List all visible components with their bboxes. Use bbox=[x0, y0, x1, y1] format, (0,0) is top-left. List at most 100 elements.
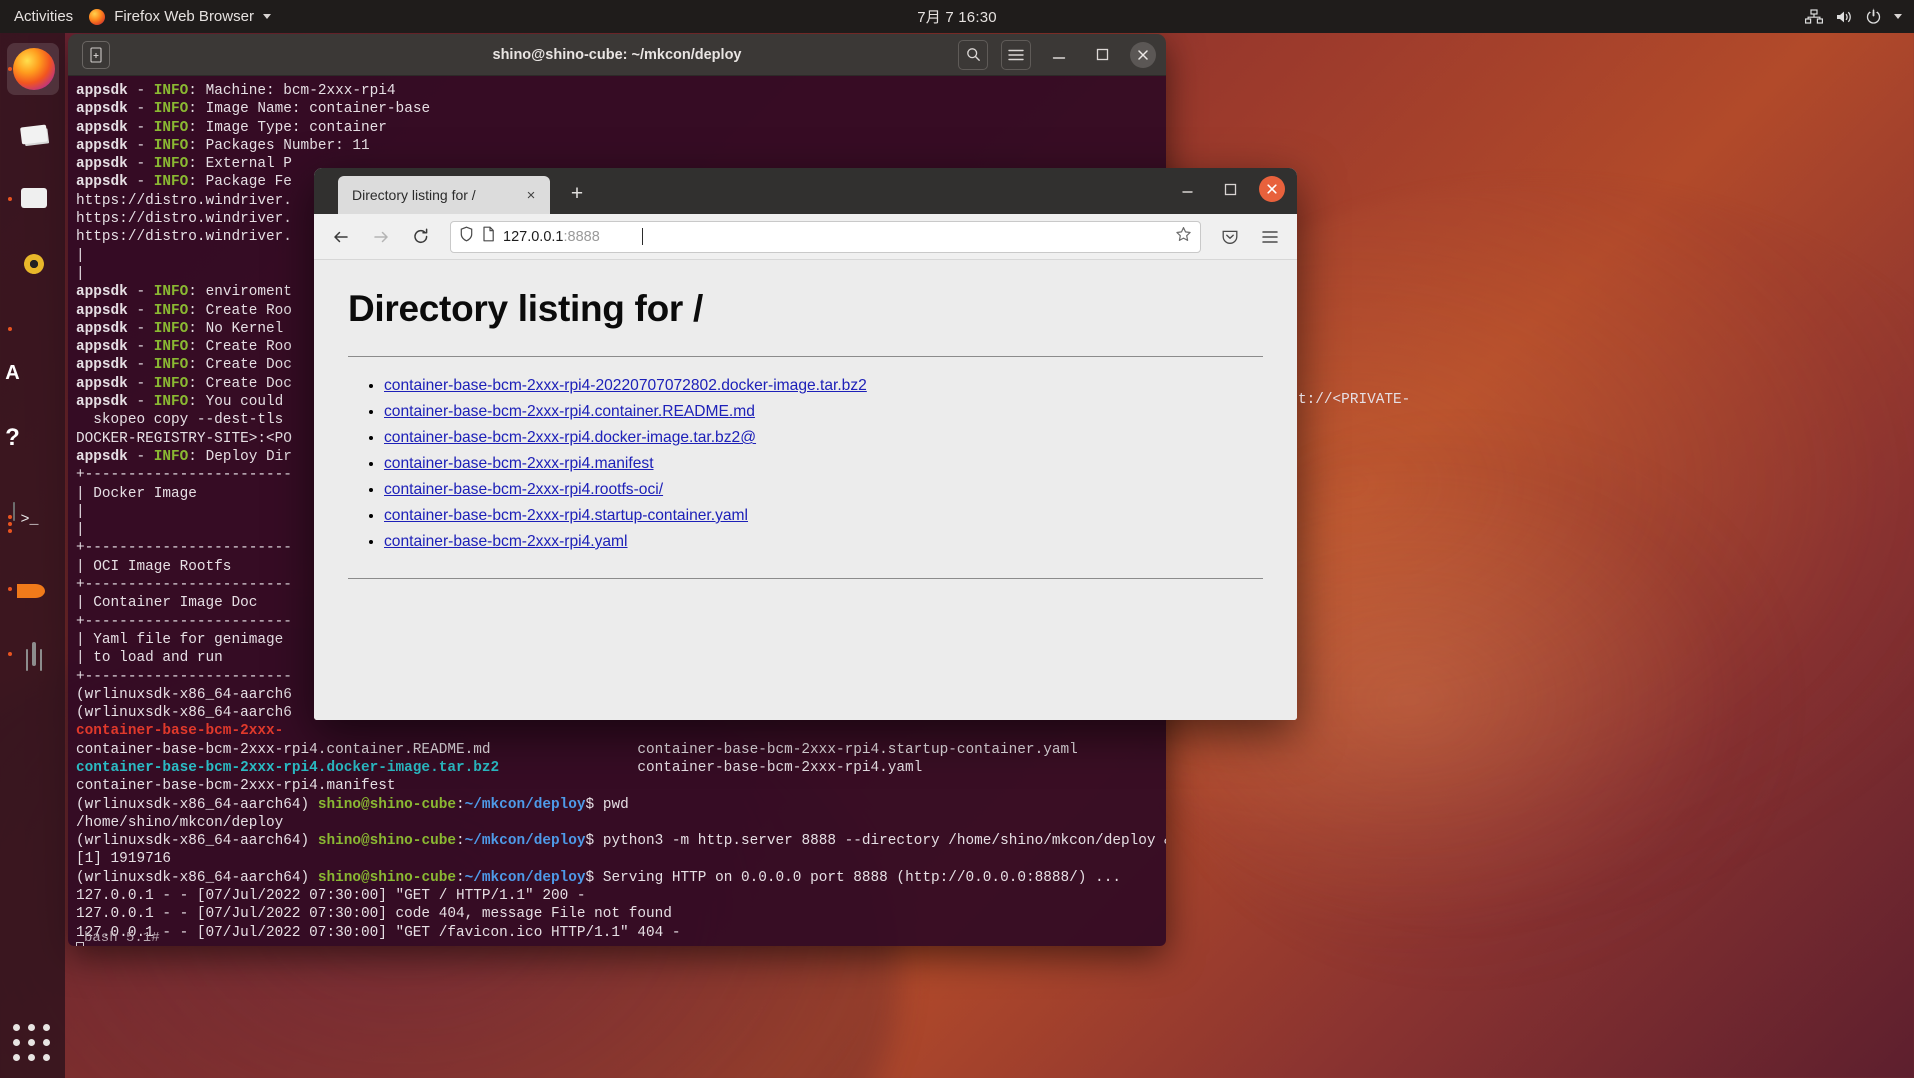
terminal-bottom-label: bash 5.1# bbox=[84, 930, 160, 946]
page-content: Directory listing for / container-base-b… bbox=[314, 260, 1297, 720]
dock-item-help[interactable] bbox=[7, 433, 59, 485]
activities-button[interactable]: Activities bbox=[0, 8, 89, 25]
maximize-icon[interactable] bbox=[1217, 176, 1243, 202]
chevron-down-icon bbox=[1894, 14, 1902, 19]
dock-item-rhythmbox[interactable] bbox=[7, 238, 59, 290]
bookmark-star-icon[interactable] bbox=[1175, 226, 1192, 248]
dock-item-libreoffice-writer[interactable] bbox=[7, 303, 59, 355]
maximize-icon[interactable] bbox=[1087, 40, 1117, 70]
terminal-line: container-base-bcm-2xxx-rpi4.manifest bbox=[76, 778, 396, 795]
list-item: container-base-bcm-2xxx-rpi4-20220707072… bbox=[384, 375, 1263, 396]
system-tray[interactable] bbox=[1805, 8, 1902, 25]
app-menu-label: Firefox Web Browser bbox=[114, 8, 254, 25]
hamburger-menu-icon[interactable] bbox=[1255, 222, 1285, 252]
minimize-icon[interactable] bbox=[1044, 40, 1074, 70]
running-indicator bbox=[7, 67, 12, 71]
terminal-line: container-base-bcm-2xxx-rpi4.docker-imag… bbox=[76, 759, 923, 776]
list-item: container-base-bcm-2xxx-rpi4.yaml bbox=[384, 531, 1263, 552]
directory-link[interactable]: container-base-bcm-2xxx-rpi4.docker-imag… bbox=[384, 429, 756, 446]
terminal-titlebar: shino@shino-cube: ~/mkcon/deploy bbox=[68, 34, 1166, 76]
pocket-icon[interactable] bbox=[1215, 222, 1245, 252]
search-icon[interactable] bbox=[958, 39, 988, 70]
close-icon[interactable]: × bbox=[520, 184, 542, 206]
firefox-window[interactable]: Directory listing for / × + 127.0.0.1:88… bbox=[314, 168, 1297, 720]
dock-item-terminal[interactable] bbox=[7, 498, 59, 550]
directory-link[interactable]: container-base-bcm-2xxx-rpi4-20220707072… bbox=[384, 377, 867, 394]
chevron-down-icon bbox=[262, 14, 271, 19]
shield-icon bbox=[459, 226, 474, 247]
divider-bottom bbox=[348, 578, 1263, 579]
terminal-line: container-base-bcm-2xxx- bbox=[76, 723, 284, 740]
network-icon bbox=[1805, 8, 1823, 25]
terminal-line: container-base-bcm-2xxx-rpi4.container.R… bbox=[76, 741, 1078, 758]
dock-item-firefox[interactable] bbox=[6, 43, 59, 95]
firefox-window-controls bbox=[1175, 176, 1285, 202]
terminal-line: appsdk - INFO: Machine: bcm-2xxx-rpi4 bbox=[76, 83, 396, 99]
terminal-line: (wrlinuxsdk-x86_64-aarch64) shino@shino-… bbox=[76, 869, 1121, 886]
app-menu-firefox[interactable]: Firefox Web Browser bbox=[89, 8, 271, 25]
new-tab-button[interactable]: + bbox=[562, 179, 592, 209]
browser-tab-directory-listing[interactable]: Directory listing for / × bbox=[338, 176, 550, 214]
show-applications-button[interactable] bbox=[11, 1022, 53, 1064]
directory-link[interactable]: container-base-bcm-2xxx-rpi4.container.R… bbox=[384, 403, 755, 420]
terminal-line: appsdk - INFO: Image Type: container bbox=[76, 119, 387, 136]
firefox-icon bbox=[89, 8, 106, 25]
terminal-cursor bbox=[76, 941, 1158, 946]
tab-title: Directory listing for / bbox=[352, 187, 476, 203]
terminal-line: 127.0.0.1 - - [07/Jul/2022 07:30:00] cod… bbox=[76, 906, 672, 923]
terminal-line: (wrlinuxsdk-x86_64-aarch64) shino@shino-… bbox=[76, 833, 1166, 850]
close-icon[interactable] bbox=[1130, 41, 1156, 68]
dock-item-usb-drive[interactable] bbox=[7, 628, 59, 680]
running-indicator bbox=[7, 515, 12, 533]
terminal-line: [1] 1919716 bbox=[76, 851, 171, 868]
terminal-window-controls bbox=[958, 39, 1156, 70]
directory-link[interactable]: container-base-bcm-2xxx-rpi4.startup-con… bbox=[384, 507, 748, 524]
running-indicator bbox=[7, 327, 12, 331]
ubuntu-dock bbox=[0, 33, 65, 1078]
address-bar[interactable]: 127.0.0.1:8888 bbox=[450, 220, 1201, 253]
terminal-line: appsdk - INFO: Packages Number: 11 bbox=[76, 137, 370, 154]
reload-icon[interactable] bbox=[406, 222, 436, 252]
dock-item-thunderbird[interactable] bbox=[7, 108, 59, 160]
close-icon[interactable] bbox=[1259, 176, 1285, 202]
running-indicator bbox=[7, 652, 12, 656]
list-item: container-base-bcm-2xxx-rpi4.rootfs-oci/ bbox=[384, 479, 1263, 500]
terminal-line: (wrlinuxsdk-x86_64-aarch64) shino@shino-… bbox=[76, 796, 629, 813]
new-terminal-tab-button[interactable] bbox=[82, 40, 110, 69]
forward-icon[interactable] bbox=[366, 222, 396, 252]
terminal-line: /home/shino/mkcon/deploy bbox=[76, 814, 284, 831]
menu-icon[interactable] bbox=[1001, 39, 1031, 70]
page-title: Directory listing for / bbox=[348, 288, 703, 329]
clock-button[interactable]: 7月 7 16:30 bbox=[0, 6, 1914, 27]
dock-item-ubuntu-software[interactable] bbox=[7, 368, 59, 420]
running-indicator bbox=[7, 197, 12, 201]
terminal-overflow-fragment: t://<PRIVATE- bbox=[1298, 392, 1411, 408]
terminal-line: appsdk - INFO: Image Name: container-bas… bbox=[76, 101, 431, 118]
firefox-icon bbox=[12, 48, 55, 90]
url-port: :8888 bbox=[563, 228, 600, 245]
url-text: 127.0.0.1:8888 bbox=[503, 229, 600, 245]
list-item: container-base-bcm-2xxx-rpi4.container.R… bbox=[384, 401, 1263, 422]
running-indicator bbox=[7, 587, 12, 591]
divider-top bbox=[348, 356, 1263, 357]
text-cursor bbox=[641, 228, 643, 245]
clock-label: 7月 7 16:30 bbox=[917, 9, 997, 26]
list-item: container-base-bcm-2xxx-rpi4.startup-con… bbox=[384, 505, 1263, 526]
dock-item-eagle[interactable] bbox=[7, 563, 59, 615]
directory-link[interactable]: container-base-bcm-2xxx-rpi4.manifest bbox=[384, 455, 654, 472]
gnome-top-bar: Activities Firefox Web Browser 7月 7 16:3… bbox=[0, 0, 1914, 33]
directory-link[interactable]: container-base-bcm-2xxx-rpi4.yaml bbox=[384, 533, 628, 550]
volume-icon bbox=[1835, 9, 1853, 25]
list-item: container-base-bcm-2xxx-rpi4.docker-imag… bbox=[384, 427, 1263, 448]
dock-item-files[interactable] bbox=[7, 173, 59, 225]
firefox-navigation-toolbar: 127.0.0.1:8888 bbox=[314, 214, 1297, 260]
power-icon bbox=[1865, 8, 1882, 25]
list-item: container-base-bcm-2xxx-rpi4.manifest bbox=[384, 453, 1263, 474]
page-info-icon[interactable] bbox=[482, 226, 495, 247]
terminal-line: 127.0.0.1 - - [07/Jul/2022 07:30:00] "GE… bbox=[76, 888, 586, 905]
minimize-icon[interactable] bbox=[1175, 176, 1201, 202]
directory-link[interactable]: container-base-bcm-2xxx-rpi4.rootfs-oci/ bbox=[384, 481, 663, 498]
firefox-tab-bar: Directory listing for / × + bbox=[314, 168, 1297, 214]
url-host: 127.0.0.1 bbox=[503, 228, 564, 245]
back-icon[interactable] bbox=[326, 222, 356, 252]
